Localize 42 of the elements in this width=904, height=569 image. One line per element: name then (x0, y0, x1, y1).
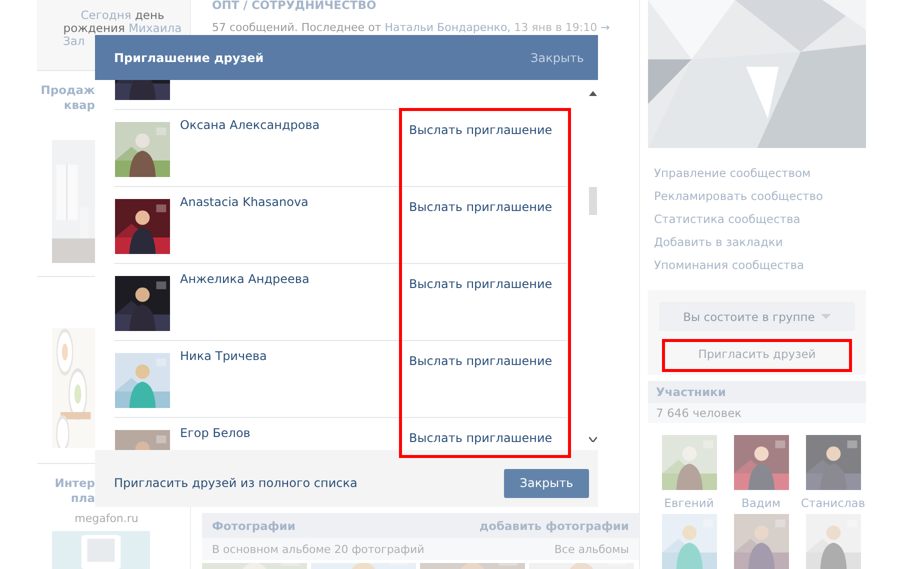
invite-link[interactable]: Выслать приглашение (409, 354, 552, 368)
invite-link[interactable]: Выслать приглашение (409, 123, 552, 137)
membership-button[interactable]: Вы состоите в группе (659, 302, 855, 332)
add-photos-link[interactable]: добавить фотографии (479, 518, 629, 532)
album-count: В основном альбоме 20 фотографий (212, 542, 424, 556)
friend-name[interactable]: Ника Тричева (180, 349, 409, 363)
close-link[interactable]: Закрыть (530, 50, 584, 64)
scroll-down-icon[interactable] (589, 437, 597, 442)
friend-name[interactable]: Егор Белов (180, 426, 409, 440)
menu-link[interactable]: Статистика сообщества (654, 208, 866, 232)
ad-title[interactable]: Продаж квар (37, 82, 95, 113)
scroll-up-icon[interactable] (589, 91, 597, 96)
friend-name[interactable]: Оксана Александрова (180, 118, 409, 132)
link[interactable]: Михаила (128, 21, 182, 35)
member-name[interactable]: Станислав (800, 496, 866, 510)
menu-link[interactable]: Упоминания сообщества (654, 254, 866, 278)
invite-link[interactable]: Выслать приглашение (409, 431, 552, 445)
link[interactable]: Сегодня (80, 8, 132, 22)
invite-link[interactable]: Выслать приглашение (409, 200, 552, 214)
member-count: 7 646 человек (648, 402, 866, 423)
section-title: Фотографии (212, 518, 296, 532)
friend-name[interactable]: Анжелика Андреева (180, 272, 409, 286)
menu-link[interactable]: Управление сообществом (654, 162, 866, 186)
caret-icon (820, 314, 831, 320)
section-title: Участники (656, 385, 726, 400)
member-name[interactable]: Вадим (741, 496, 781, 510)
invite-button[interactable]: Пригласить друзей (662, 339, 852, 372)
invite-all-link[interactable]: Пригласить друзей из полного списка (114, 476, 358, 490)
topic-title[interactable]: ОПТ / СОТРУДНИЧЕСТВО (202, 0, 639, 12)
author-link[interactable]: Натальи Бондаренко, (384, 21, 511, 34)
scroll-thumb[interactable] (589, 187, 597, 215)
member-name[interactable]: Евгений (664, 496, 714, 510)
all-albums-link[interactable]: Все альбомы (554, 542, 629, 556)
invite-link[interactable]: Выслать приглашение (409, 277, 552, 291)
ad-domain: megafon.ru (74, 512, 140, 525)
menu-link[interactable]: Добавить в закладки (654, 231, 866, 254)
close-button[interactable]: Закрыть (504, 468, 589, 498)
menu-link[interactable]: Рекламировать сообщество (654, 185, 866, 208)
link[interactable]: Зал (63, 34, 85, 48)
friend-name[interactable]: Anastacia Khasanova (180, 195, 409, 209)
topic-meta: 57 сообщений. Последнее от Натальи Бондаренко, 13 янв в 19:10 → (211, 21, 611, 34)
ad-title[interactable]: Интер пла (37, 476, 95, 506)
